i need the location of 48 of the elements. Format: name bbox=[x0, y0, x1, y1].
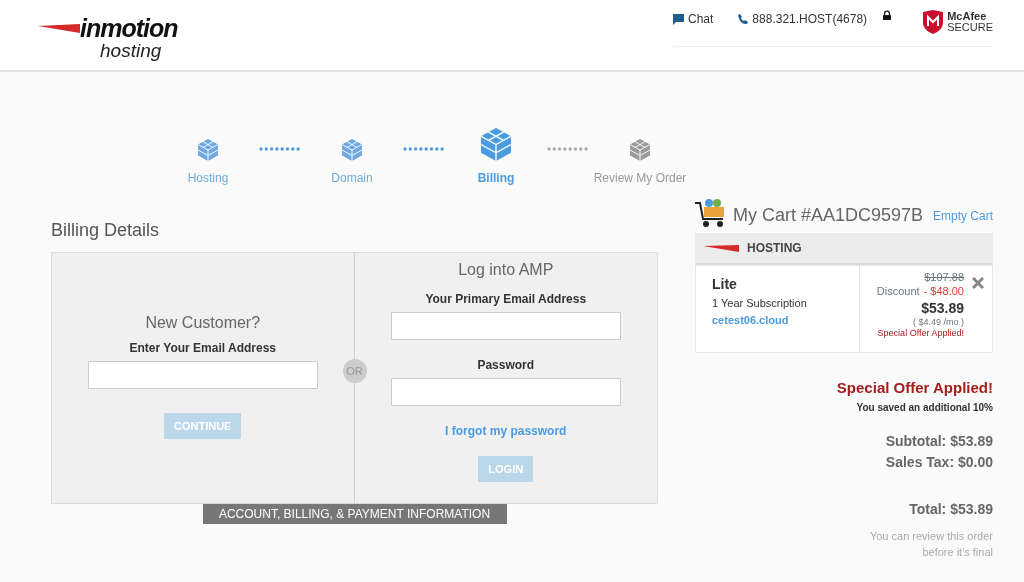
password-field[interactable] bbox=[390, 377, 621, 406]
field-label: Your Primary Email Address bbox=[425, 290, 587, 308]
email-field[interactable] bbox=[88, 360, 318, 389]
discount-label: Discount bbox=[876, 284, 920, 299]
swoosh-icon bbox=[703, 244, 739, 252]
sales-tax: Sales Tax: $0.00 bbox=[885, 452, 993, 472]
offer-title: Special Offer Applied! bbox=[836, 378, 993, 398]
logo-subtext: hosting bbox=[100, 41, 163, 60]
monthly-price: ( $4.49 /mo ) bbox=[912, 316, 964, 329]
domain-link[interactable]: cetest06.cloud bbox=[712, 311, 851, 328]
field-label: Password bbox=[477, 356, 535, 374]
swoosh-icon bbox=[38, 23, 80, 34]
dotted-connector bbox=[546, 146, 590, 151]
section-title: Billing Details bbox=[51, 219, 161, 242]
order-total: Total: $53.89 bbox=[909, 499, 993, 519]
chat-link[interactable]: Chat bbox=[688, 10, 714, 28]
offer-note: Special Offer Applied! bbox=[877, 328, 964, 341]
email-field[interactable] bbox=[390, 311, 621, 340]
dotted-connector bbox=[258, 146, 302, 151]
form-heading: Log into AMP bbox=[458, 259, 554, 280]
offer-description: You saved an additional 10% bbox=[856, 400, 993, 415]
forgot-password-link[interactable]: I forgot my password bbox=[445, 421, 567, 440]
step-label[interactable]: Review My Order bbox=[593, 169, 687, 187]
form-heading: New Customer? bbox=[145, 312, 261, 333]
product-term: 1 Year Subscription bbox=[712, 296, 808, 311]
product-name: Lite bbox=[712, 275, 738, 294]
discount-amount: - $48.00 bbox=[923, 284, 964, 299]
phone-icon bbox=[737, 13, 749, 25]
phone-number: 888.321.HOST(4678) bbox=[752, 11, 868, 28]
badge-brand: McAfee bbox=[947, 11, 988, 22]
shield-icon bbox=[923, 10, 944, 34]
item-price: $53.89 bbox=[921, 298, 964, 317]
step-label[interactable]: Billing bbox=[477, 169, 515, 187]
cart-title: My Cart #AA1DC9597B bbox=[733, 204, 924, 227]
logo-text[interactable]: inmotion bbox=[80, 16, 178, 41]
step-label[interactable]: Hosting bbox=[187, 169, 229, 187]
lock-icon bbox=[883, 10, 892, 21]
review-note: You can review this order before it's final bbox=[868, 528, 993, 560]
empty-cart-link[interactable]: Empty Cart bbox=[933, 207, 993, 225]
field-label: Enter Your Email Address bbox=[129, 339, 276, 357]
old-price: $107.88 bbox=[924, 270, 964, 285]
subtotal: Subtotal: $53.89 bbox=[885, 431, 993, 451]
badge-subtext: SECURE bbox=[947, 22, 993, 33]
chat-icon bbox=[673, 13, 684, 25]
section-tab[interactable]: ACCOUNT, BILLING, & PAYMENT INFORMATION bbox=[202, 504, 507, 524]
step-label[interactable]: Domain bbox=[331, 169, 373, 187]
section-label: HOSTING bbox=[747, 240, 802, 257]
dotted-connector bbox=[402, 146, 446, 151]
